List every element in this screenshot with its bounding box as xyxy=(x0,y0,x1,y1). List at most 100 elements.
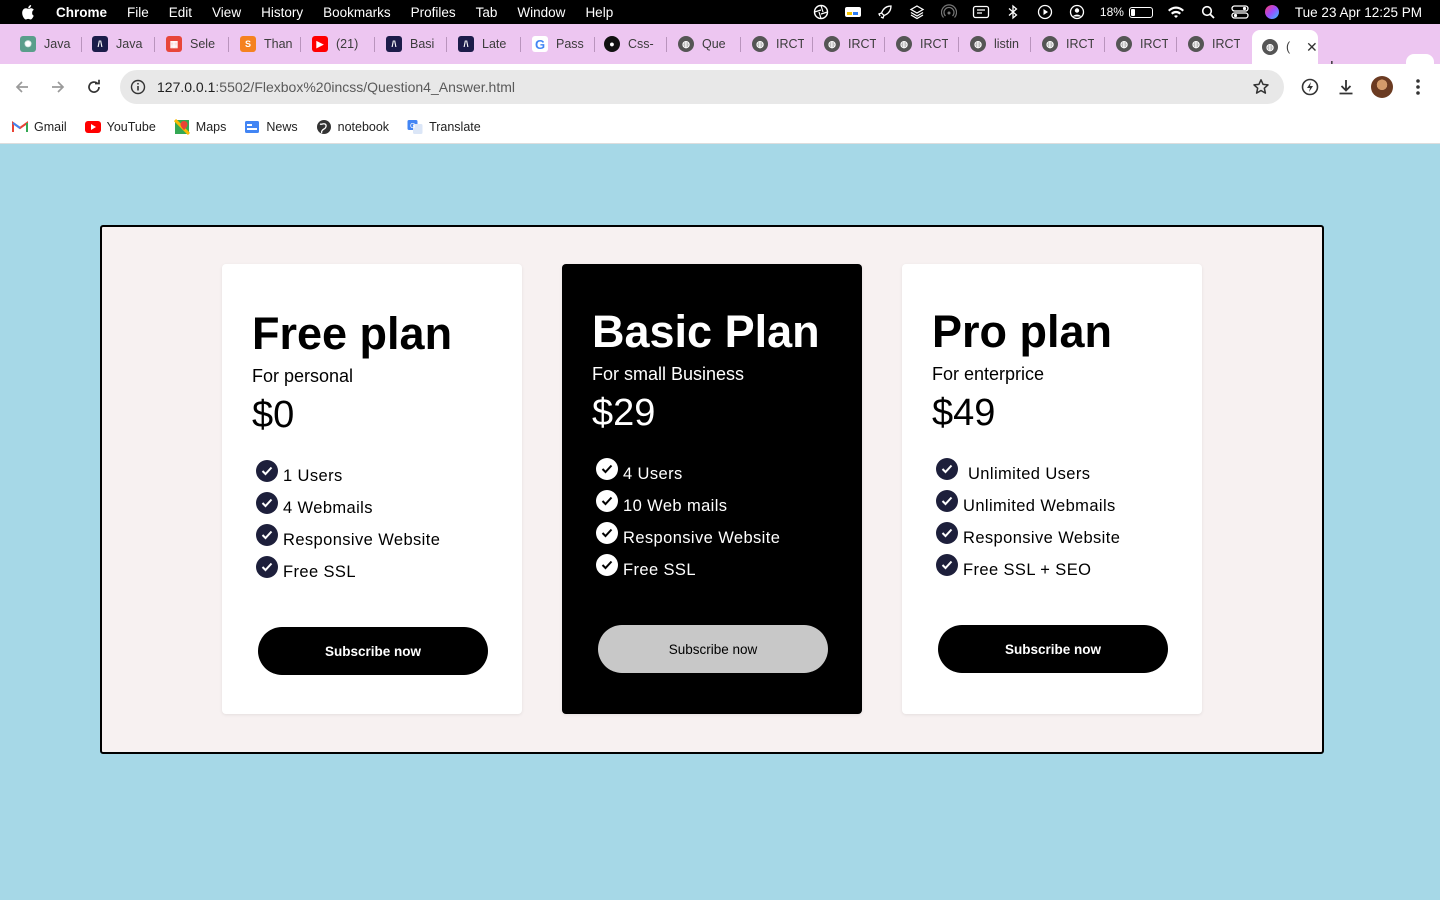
forward-button[interactable] xyxy=(48,77,68,97)
wifi-icon[interactable] xyxy=(1167,5,1185,19)
user-circle-icon[interactable] xyxy=(1068,4,1086,20)
bookmark-label: Translate xyxy=(429,119,481,134)
youtube-icon: ▶ xyxy=(312,36,328,52)
google-icon: G xyxy=(532,36,548,52)
plan-subtitle: For enterprice xyxy=(932,364,1045,384)
address-bar[interactable]: 127.0.0.1:5502/Flexbox%20incss/Question4… xyxy=(120,70,1284,104)
drive-icon[interactable] xyxy=(844,5,862,19)
tab-2[interactable]: ▦ Sele xyxy=(166,32,218,56)
bookmark-star-icon[interactable] xyxy=(1252,78,1270,101)
tab-title: ( xyxy=(1286,40,1291,54)
reload-button[interactable] xyxy=(84,77,104,97)
menu-tab[interactable]: Tab xyxy=(476,5,498,20)
kebab-menu-icon[interactable] xyxy=(1407,76,1429,98)
pricing-card-basic: Basic Plan For small Business $29 4 User… xyxy=(562,264,862,714)
gmail-icon xyxy=(12,119,28,135)
tab-16[interactable]: ◍ IRCT xyxy=(1188,32,1240,56)
apple-icon[interactable] xyxy=(18,4,38,20)
bookmark-youtube[interactable]: YouTube xyxy=(84,119,156,135)
bookmark-translate[interactable]: G Translate xyxy=(407,119,481,135)
menu-edit[interactable]: Edit xyxy=(169,5,192,20)
spotlight-search-icon[interactable] xyxy=(1199,5,1217,19)
layers-icon[interactable] xyxy=(908,5,926,20)
url-host: 127.0.0.1 xyxy=(157,79,216,95)
clock[interactable]: Tue 23 Apr 12:25 PM xyxy=(1295,5,1422,20)
check-circle-icon xyxy=(256,460,278,482)
tab-title: IRCT xyxy=(848,37,876,51)
tab-11[interactable]: ◍ IRCT xyxy=(824,32,876,56)
menu-bookmarks[interactable]: Bookmarks xyxy=(323,5,391,20)
plan-subtitle: For personal xyxy=(252,366,354,386)
tab-1[interactable]: /\ Java xyxy=(92,32,144,56)
tab-15[interactable]: ◍ IRCT xyxy=(1116,32,1168,56)
tab-3[interactable]: S Than xyxy=(240,32,292,56)
menu-help[interactable]: Help xyxy=(585,5,613,20)
menu-app-name[interactable]: Chrome xyxy=(56,5,107,20)
globe-icon: ◍ xyxy=(824,36,840,52)
web-page: . Free plan For personal $0 1 Users 4 We… xyxy=(0,144,1440,900)
siri-icon[interactable] xyxy=(1263,5,1281,19)
plan-price: $0 xyxy=(252,394,295,436)
download-icon[interactable] xyxy=(1335,76,1357,98)
feature-item: Unlimited Webmails xyxy=(936,490,1120,522)
feature-item: Free SSL + SEO xyxy=(936,554,1120,586)
profile-avatar[interactable] xyxy=(1371,76,1393,98)
menu-window[interactable]: Window xyxy=(517,5,565,20)
performance-icon[interactable] xyxy=(1299,76,1321,98)
aperture-icon[interactable] xyxy=(812,4,830,20)
control-center-icon[interactable] xyxy=(1231,5,1249,19)
play-icon[interactable] xyxy=(1036,4,1054,20)
site-info-icon[interactable] xyxy=(129,78,147,96)
bluetooth-icon[interactable] xyxy=(1004,4,1022,20)
check-circle-icon xyxy=(256,492,278,514)
tab-separator xyxy=(594,37,595,52)
check-circle-icon xyxy=(256,556,278,578)
tab-9[interactable]: ◍ Que xyxy=(678,32,730,56)
menu-view[interactable]: View xyxy=(212,5,241,20)
tab-12[interactable]: ◍ IRCT xyxy=(896,32,948,56)
tab-10[interactable]: ◍ IRCT xyxy=(752,32,804,56)
tab-title: Pass xyxy=(556,37,584,51)
tab-0[interactable]: ✺ Java xyxy=(20,32,72,56)
maps-icon xyxy=(173,118,190,135)
tab-8[interactable]: ● Css- xyxy=(604,32,656,56)
battery-status[interactable]: 18% xyxy=(1100,5,1153,19)
tab-6[interactable]: /\ Late xyxy=(458,32,510,56)
check-circle-icon xyxy=(596,522,618,544)
rocket-icon[interactable] xyxy=(876,5,894,19)
airdrop-icon[interactable] xyxy=(940,4,958,19)
bookmark-notebook[interactable]: notebook xyxy=(316,119,389,135)
url-text[interactable]: 127.0.0.1:5502/Flexbox%20incss/Question4… xyxy=(157,79,515,95)
bookmark-news[interactable]: News xyxy=(244,119,298,135)
tab-separator xyxy=(740,37,741,52)
tab-5[interactable]: /\ Basi xyxy=(386,32,438,56)
input-source-icon[interactable] xyxy=(972,5,990,19)
tab-active[interactable]: ◍ ( ✕ xyxy=(1252,30,1318,64)
subscribe-button-free[interactable]: Subscribe now xyxy=(258,627,488,675)
tab-4[interactable]: ▶ (21) xyxy=(312,32,364,56)
menu-history[interactable]: History xyxy=(261,5,303,20)
menu-file[interactable]: File xyxy=(127,5,149,20)
pricing-card-pro: Pro plan For enterprice $49 Unlimited Us… xyxy=(902,264,1202,714)
feature-label: Free SSL xyxy=(623,560,696,579)
chatgpt-icon: ✺ xyxy=(20,36,36,52)
feature-item: Free SSL xyxy=(256,556,440,588)
tab-separator xyxy=(1030,37,1031,52)
feature-label: Responsive Website xyxy=(623,528,781,547)
bookmark-maps[interactable]: Maps xyxy=(173,118,227,135)
subscribe-button-pro[interactable]: Subscribe now xyxy=(938,625,1168,673)
tab-14[interactable]: ◍ IRCT xyxy=(1042,32,1094,56)
bookmark-gmail[interactable]: Gmail xyxy=(12,119,67,135)
tab-7[interactable]: G Pass xyxy=(532,32,584,56)
tab-13[interactable]: ◍ listin xyxy=(970,32,1022,56)
bookmark-label: Maps xyxy=(195,119,227,134)
menu-profiles[interactable]: Profiles xyxy=(411,5,456,20)
subscribe-button-basic[interactable]: Subscribe now xyxy=(598,625,828,673)
plan-subtitle: For small Business xyxy=(592,364,745,384)
avatar xyxy=(1371,76,1393,98)
tab-separator xyxy=(154,37,155,52)
back-button[interactable] xyxy=(12,77,32,97)
tab-separator xyxy=(374,37,375,52)
close-tab-icon[interactable]: ✕ xyxy=(1306,39,1318,56)
tab-separator xyxy=(812,37,813,52)
